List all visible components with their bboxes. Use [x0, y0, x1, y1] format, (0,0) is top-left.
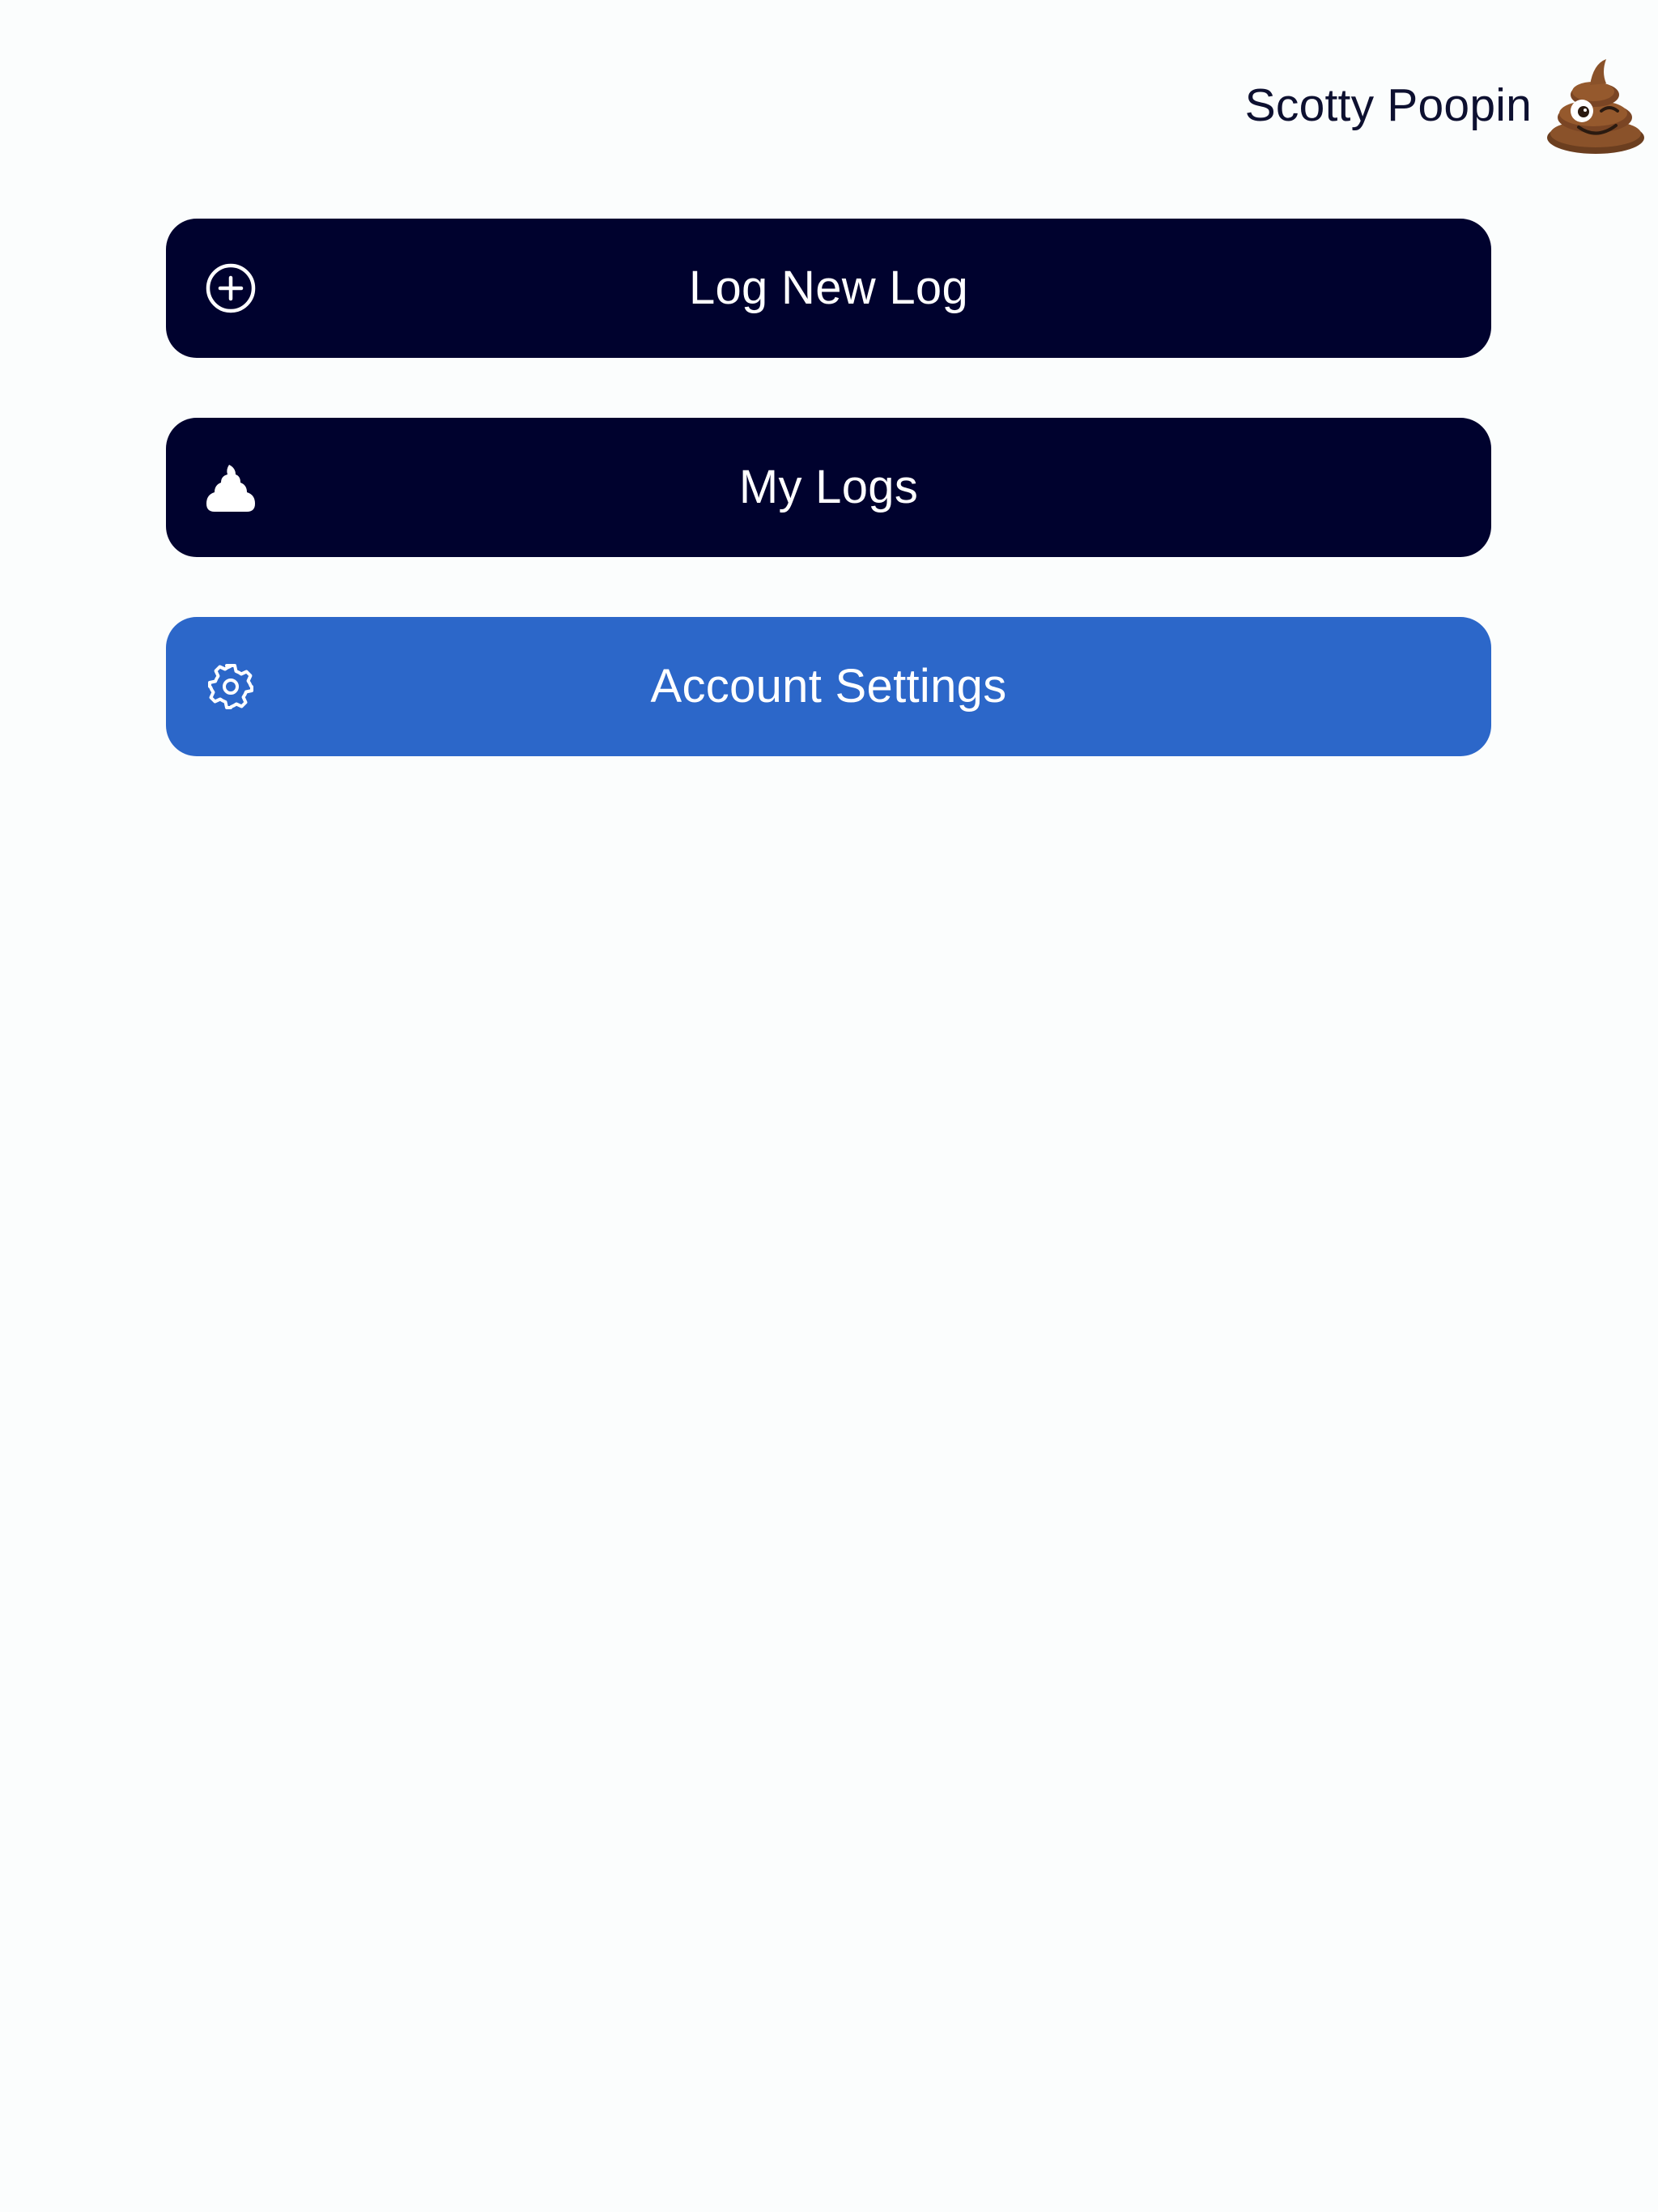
account-settings-label: Account Settings	[650, 660, 1007, 713]
my-logs-label: My Logs	[738, 461, 919, 513]
user-header: Scotty Poopin	[1245, 49, 1648, 162]
log-new-log-button[interactable]: Log New Log	[166, 219, 1491, 358]
account-settings-button[interactable]: Account Settings	[166, 617, 1491, 756]
gear-icon	[203, 659, 258, 714]
log-new-log-label: Log New Log	[688, 262, 969, 314]
plus-circle-icon	[203, 261, 258, 316]
main-menu: Log New Log My Logs Account Settings	[166, 219, 1491, 756]
poop-emoji-avatar-icon	[1547, 59, 1644, 154]
my-logs-button[interactable]: My Logs	[166, 418, 1491, 557]
poop-icon	[203, 460, 258, 515]
username-label: Scotty Poopin	[1244, 79, 1532, 131]
